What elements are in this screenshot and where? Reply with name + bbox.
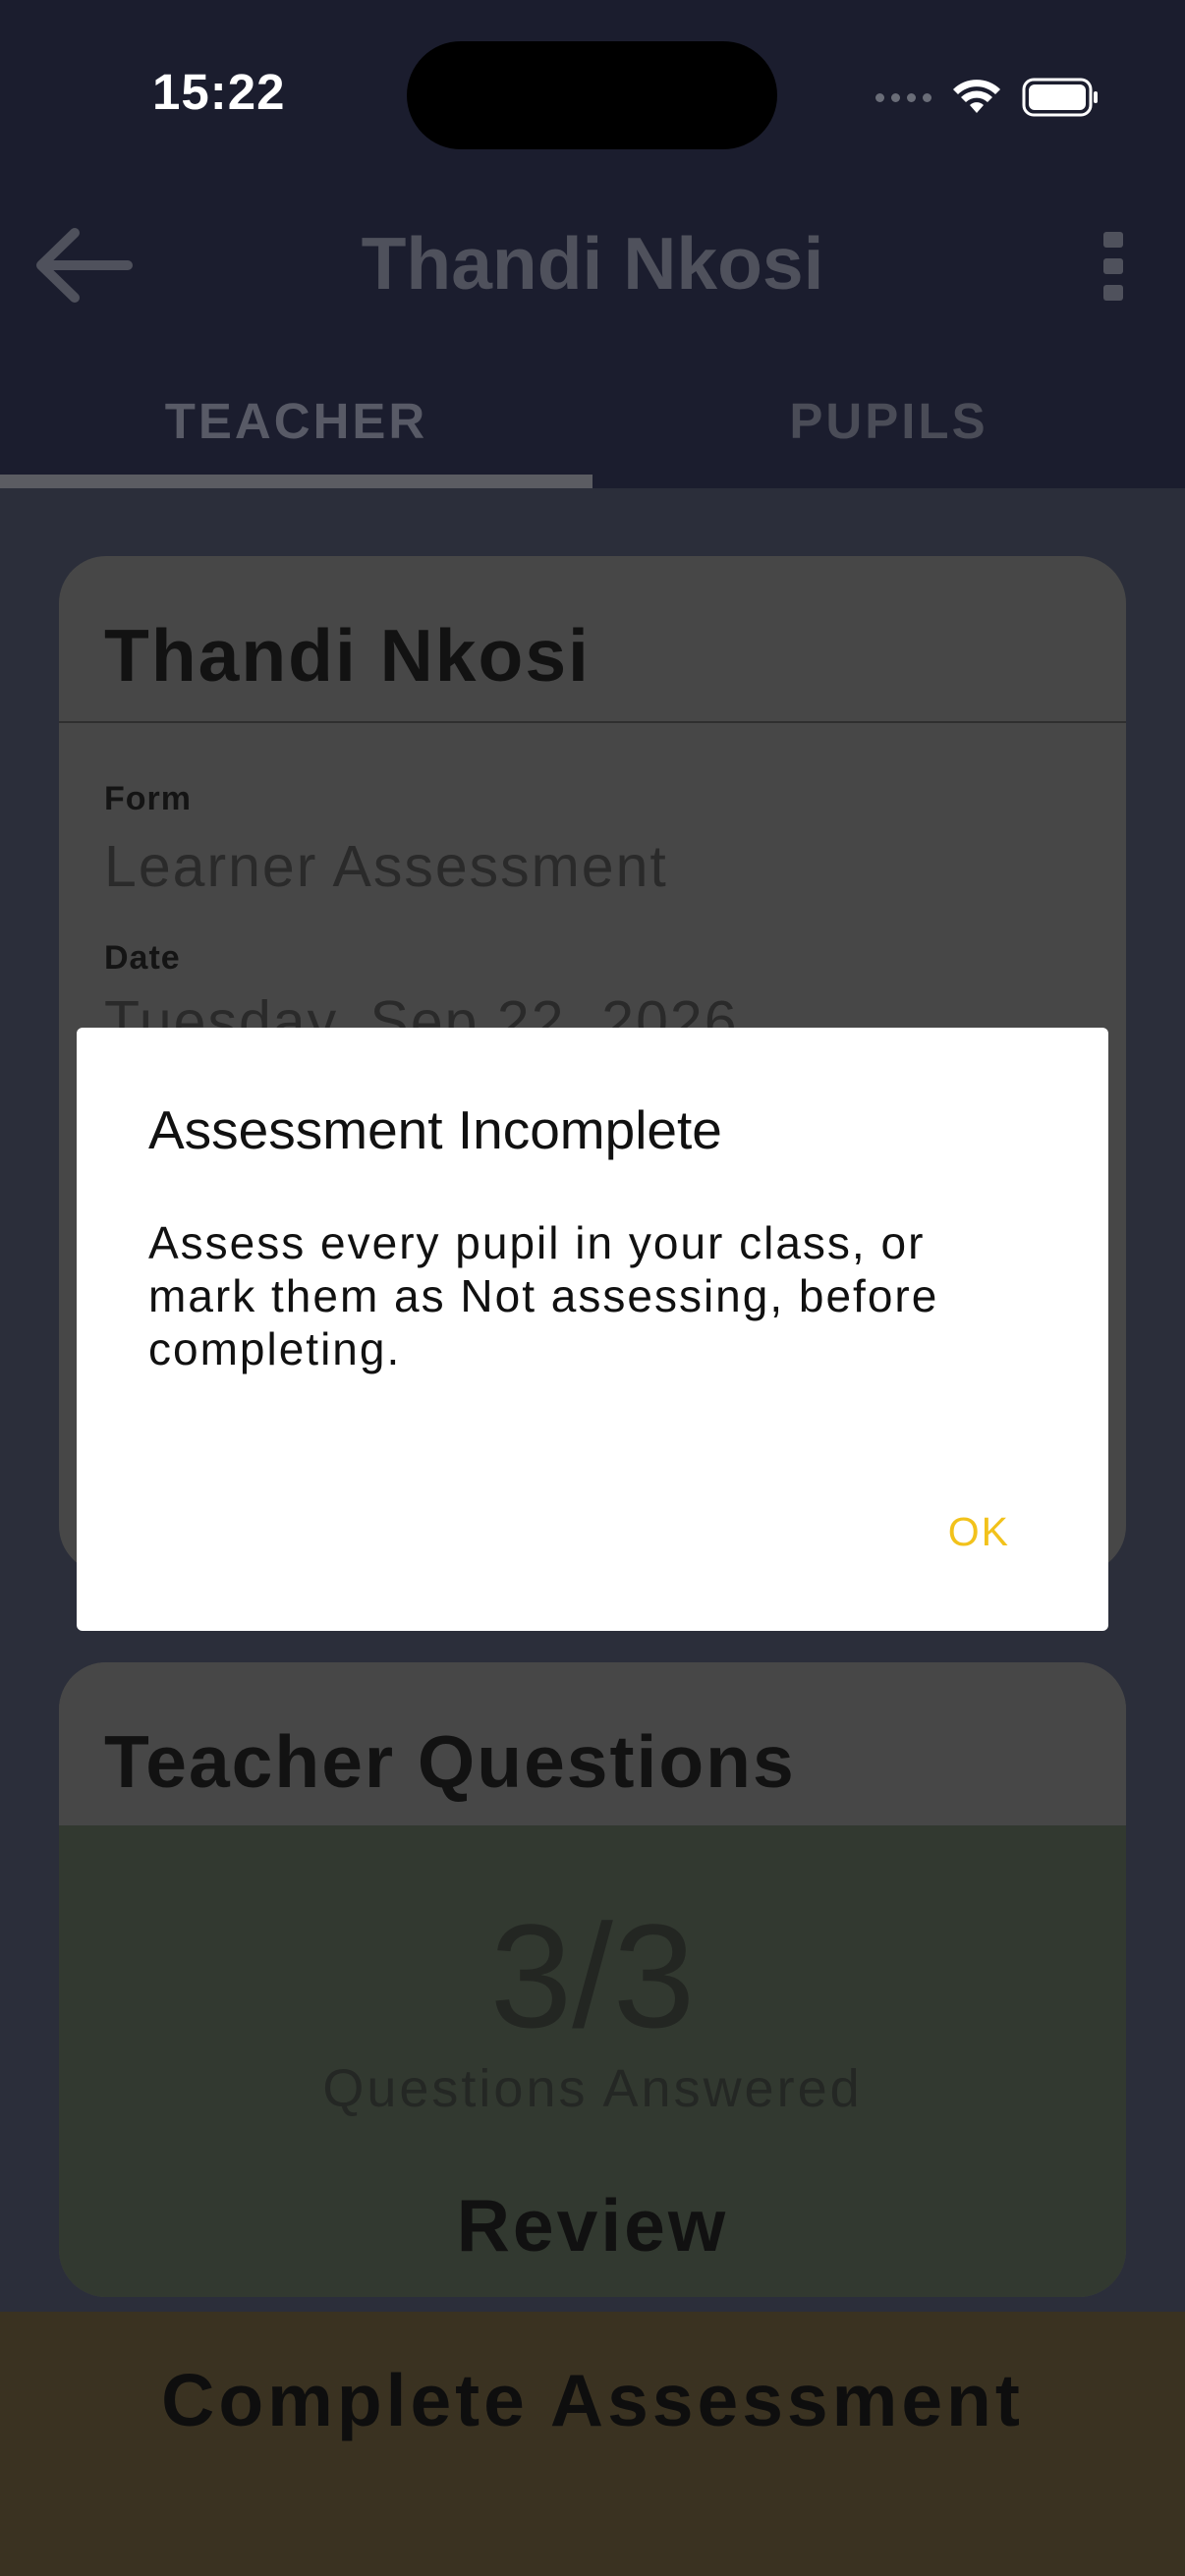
date-label: Date [104, 939, 181, 977]
tab-indicator [0, 475, 592, 488]
tab-teacher[interactable]: TEACHER [0, 354, 592, 488]
form-label: Form [104, 780, 192, 817]
dialog-message: Assess every pupil in your class, or mar… [148, 1217, 939, 1374]
cellular-signal-icon [875, 92, 931, 102]
status-time: 15:22 [152, 64, 286, 120]
tab-bar: TEACHER PUPILS [0, 354, 1185, 488]
teacher-name-title: Thandi Nkosi [104, 614, 591, 697]
review-button[interactable]: Review [59, 2183, 1126, 2268]
tab-pupils[interactable]: PUPILS [592, 354, 1185, 488]
more-vertical-icon[interactable] [1097, 232, 1130, 301]
app-bar: 15:22 Thandi Nkosi TEACHER PUPILS [0, 0, 1185, 488]
battery-icon [1022, 78, 1098, 117]
status-icons [875, 71, 1100, 124]
ok-button[interactable]: OK [948, 1509, 1010, 1555]
complete-assessment-button[interactable] [0, 2312, 1185, 2576]
questions-progress: 3/3 [489, 1893, 696, 2058]
page-title: Thandi Nkosi [361, 222, 824, 305]
assessment-incomplete-dialog: Assessment Incomplete Assess every pupil… [77, 1028, 1108, 1631]
questions-answered-caption: Questions Answered [322, 2059, 863, 2118]
complete-assessment-label[interactable]: Complete Assessment [0, 2358, 1185, 2442]
wifi-icon [953, 80, 1000, 113]
form-value: Learner Assessment [104, 834, 668, 899]
dynamic-island [407, 41, 777, 149]
dialog-title: Assessment Incomplete [148, 1099, 722, 1160]
teacher-questions-title: Teacher Questions [104, 1720, 796, 1803]
